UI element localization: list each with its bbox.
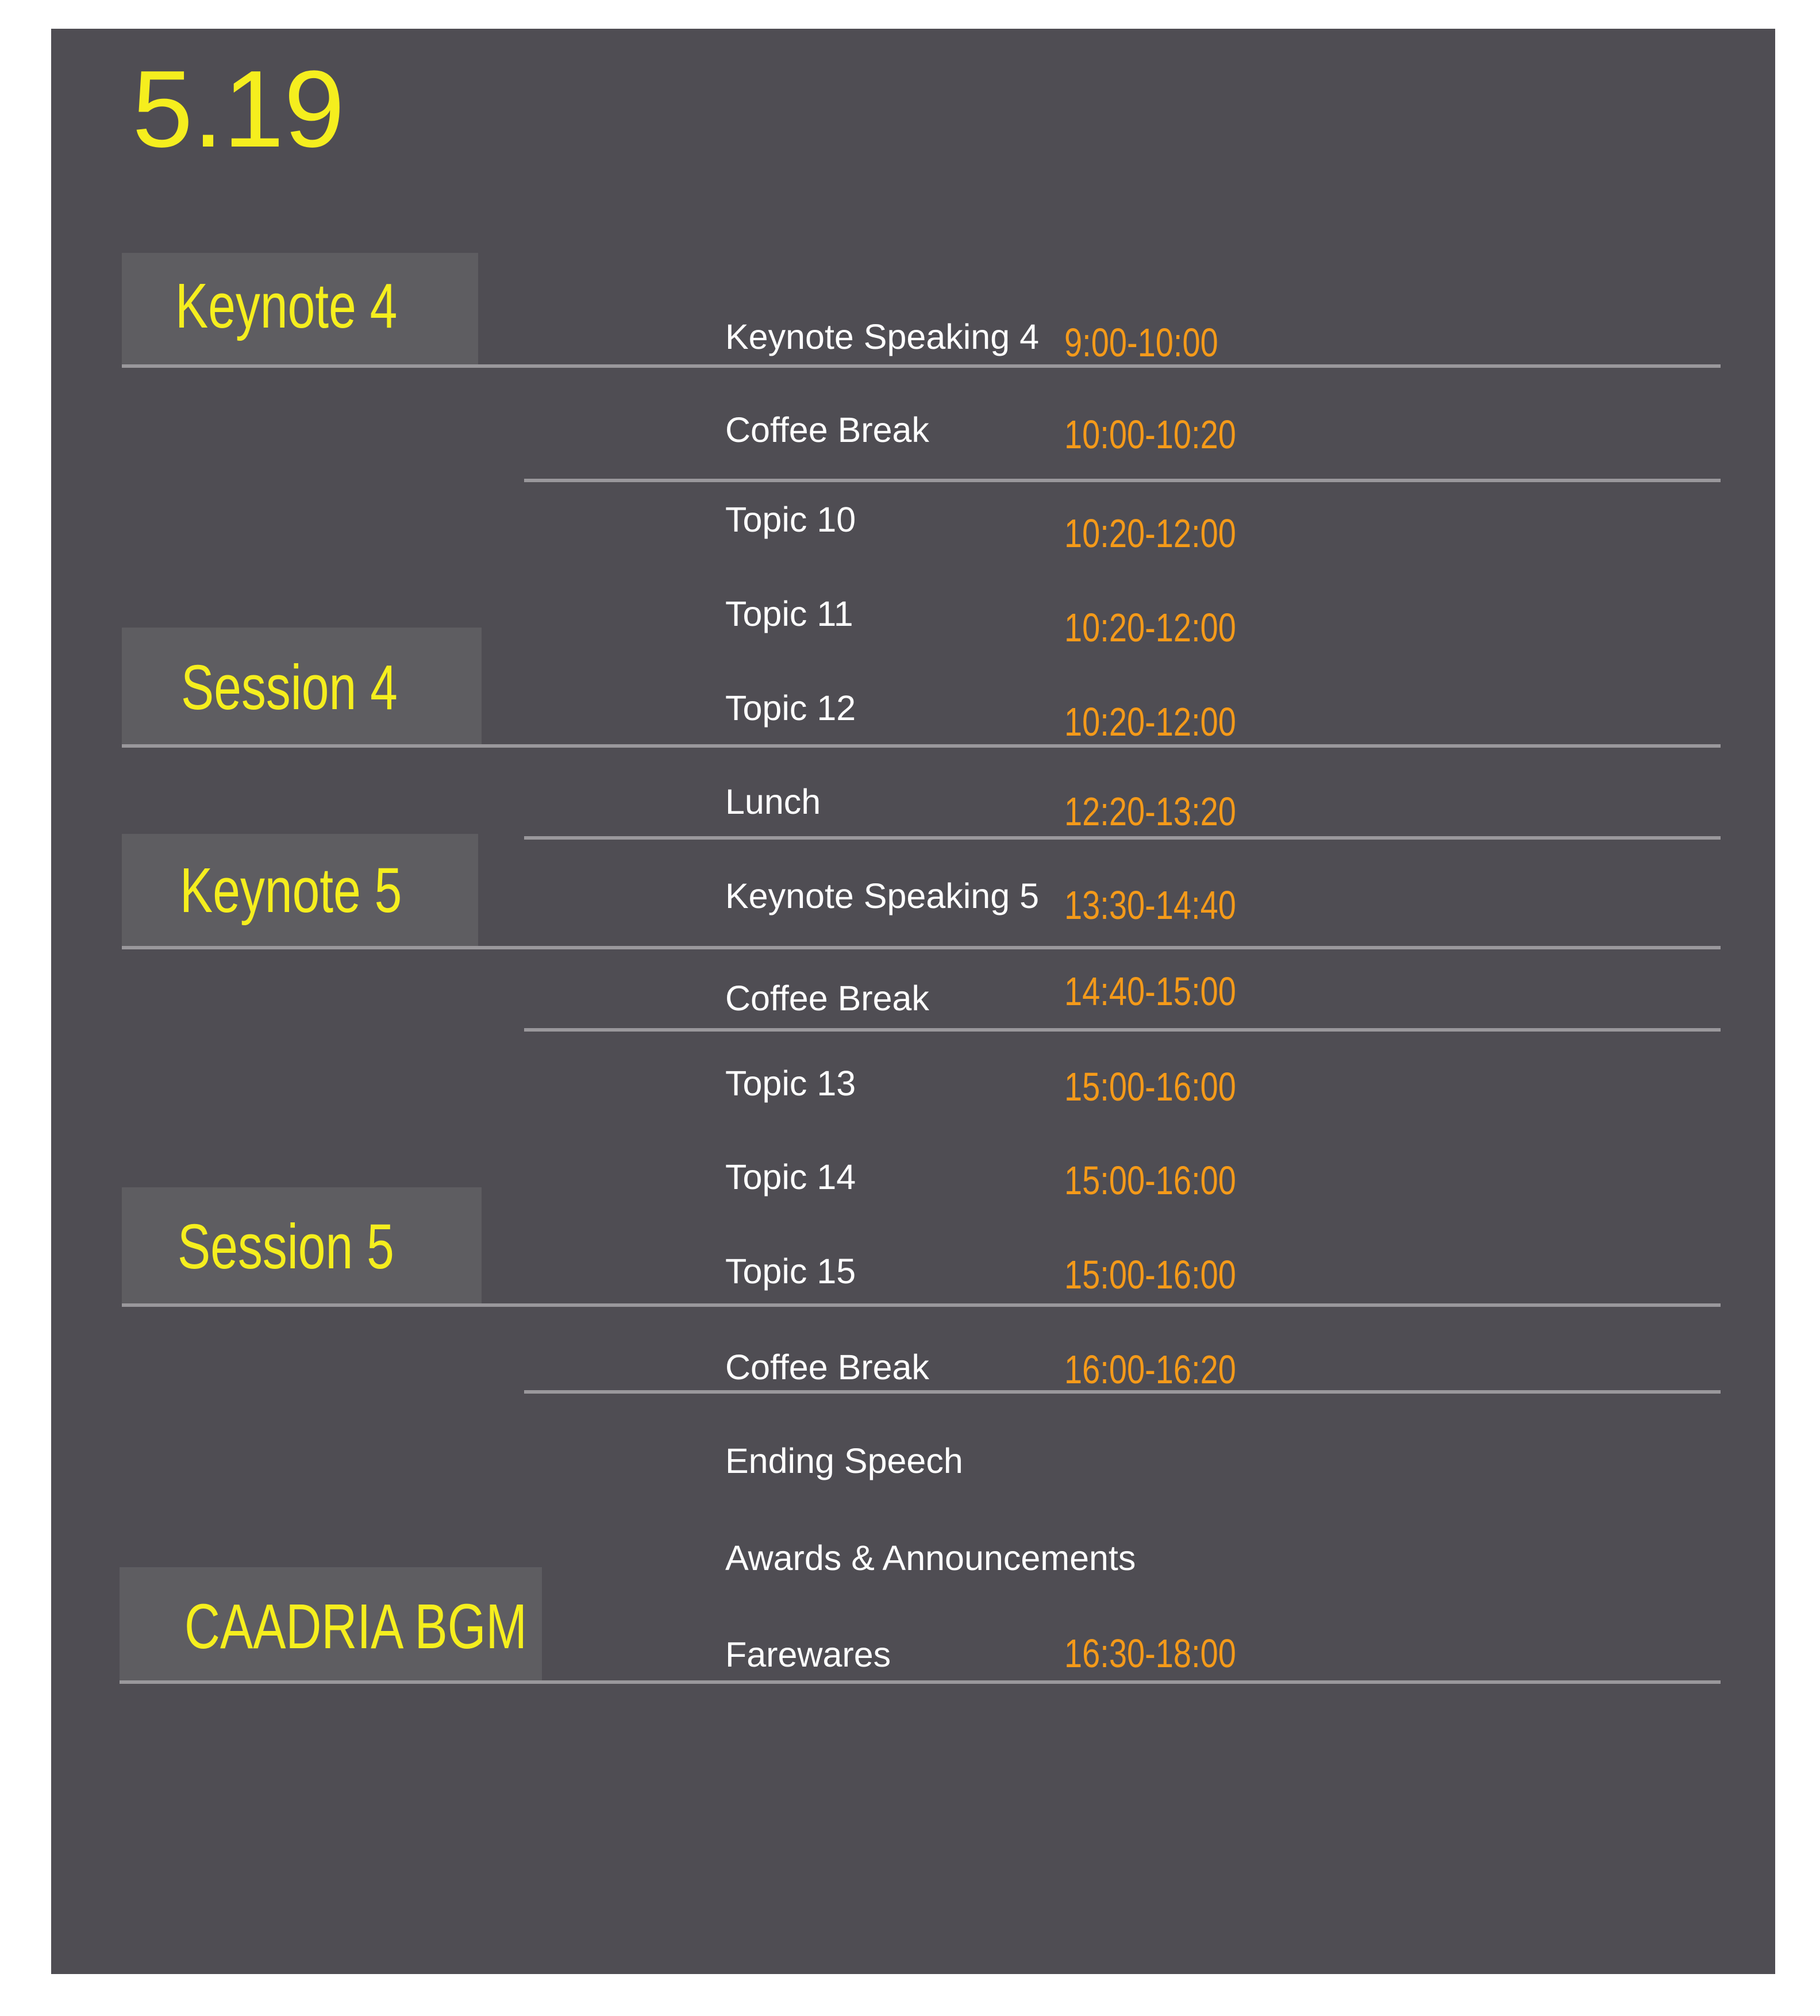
event-time: 15:00-16:00 <box>1064 1158 1236 1203</box>
event-time: 10:00-10:20 <box>1064 412 1236 457</box>
event-time: 16:30-18:00 <box>1064 1631 1236 1676</box>
event-time: 13:30-14:40 <box>1064 883 1236 928</box>
event-title: Keynote Speaking 4 <box>725 317 1040 356</box>
event-time: 16:00-16:20 <box>1064 1347 1236 1392</box>
event-title: Topic 12 <box>725 688 856 728</box>
event-time: 10:20-12:00 <box>1064 511 1236 556</box>
event-title: Keynote Speaking 5 <box>725 876 1040 915</box>
event-title: Awards & Announcements <box>725 1538 1136 1578</box>
divider-rule <box>122 946 1721 949</box>
section-label-keynote-5: Keynote 5 <box>180 855 402 926</box>
section-label-caadria-bgm: CAADRIA BGM <box>184 1591 527 1662</box>
divider-rule <box>122 1303 1721 1307</box>
section-label-session-4: Session 4 <box>181 652 398 723</box>
event-title: Coffee Break <box>725 979 929 1018</box>
event-title: Topic 10 <box>725 500 856 539</box>
divider-rule <box>122 744 1721 748</box>
event-title: Farewares <box>725 1635 891 1674</box>
event-time: 10:20-12:00 <box>1064 699 1236 744</box>
divider-rule <box>524 836 1721 840</box>
divider-rule <box>524 479 1721 482</box>
event-time: 15:00-16:00 <box>1064 1252 1236 1297</box>
section-label-keynote-4: Keynote 4 <box>175 271 398 341</box>
event-time: 10:20-12:00 <box>1064 605 1236 650</box>
event-time: 9:00-10:00 <box>1064 320 1218 365</box>
event-title: Lunch <box>725 782 821 821</box>
divider-rule <box>122 364 1721 368</box>
event-title: Coffee Break <box>725 1348 929 1387</box>
event-title: Topic 14 <box>725 1157 856 1196</box>
event-title: Topic 11 <box>725 594 853 633</box>
event-time: 15:00-16:00 <box>1064 1064 1236 1109</box>
divider-rule <box>524 1028 1721 1032</box>
event-time: 14:40-15:00 <box>1064 969 1236 1014</box>
event-title: Topic 13 <box>725 1064 856 1103</box>
event-title: Topic 15 <box>725 1252 856 1291</box>
event-title: Ending Speech <box>725 1441 963 1480</box>
event-title: Coffee Break <box>725 410 929 449</box>
event-time: 12:20-13:20 <box>1064 789 1236 834</box>
schedule-date-title: 5.19 <box>132 48 345 170</box>
section-label-session-5: Session 5 <box>178 1211 394 1282</box>
divider-rule <box>120 1680 1721 1684</box>
